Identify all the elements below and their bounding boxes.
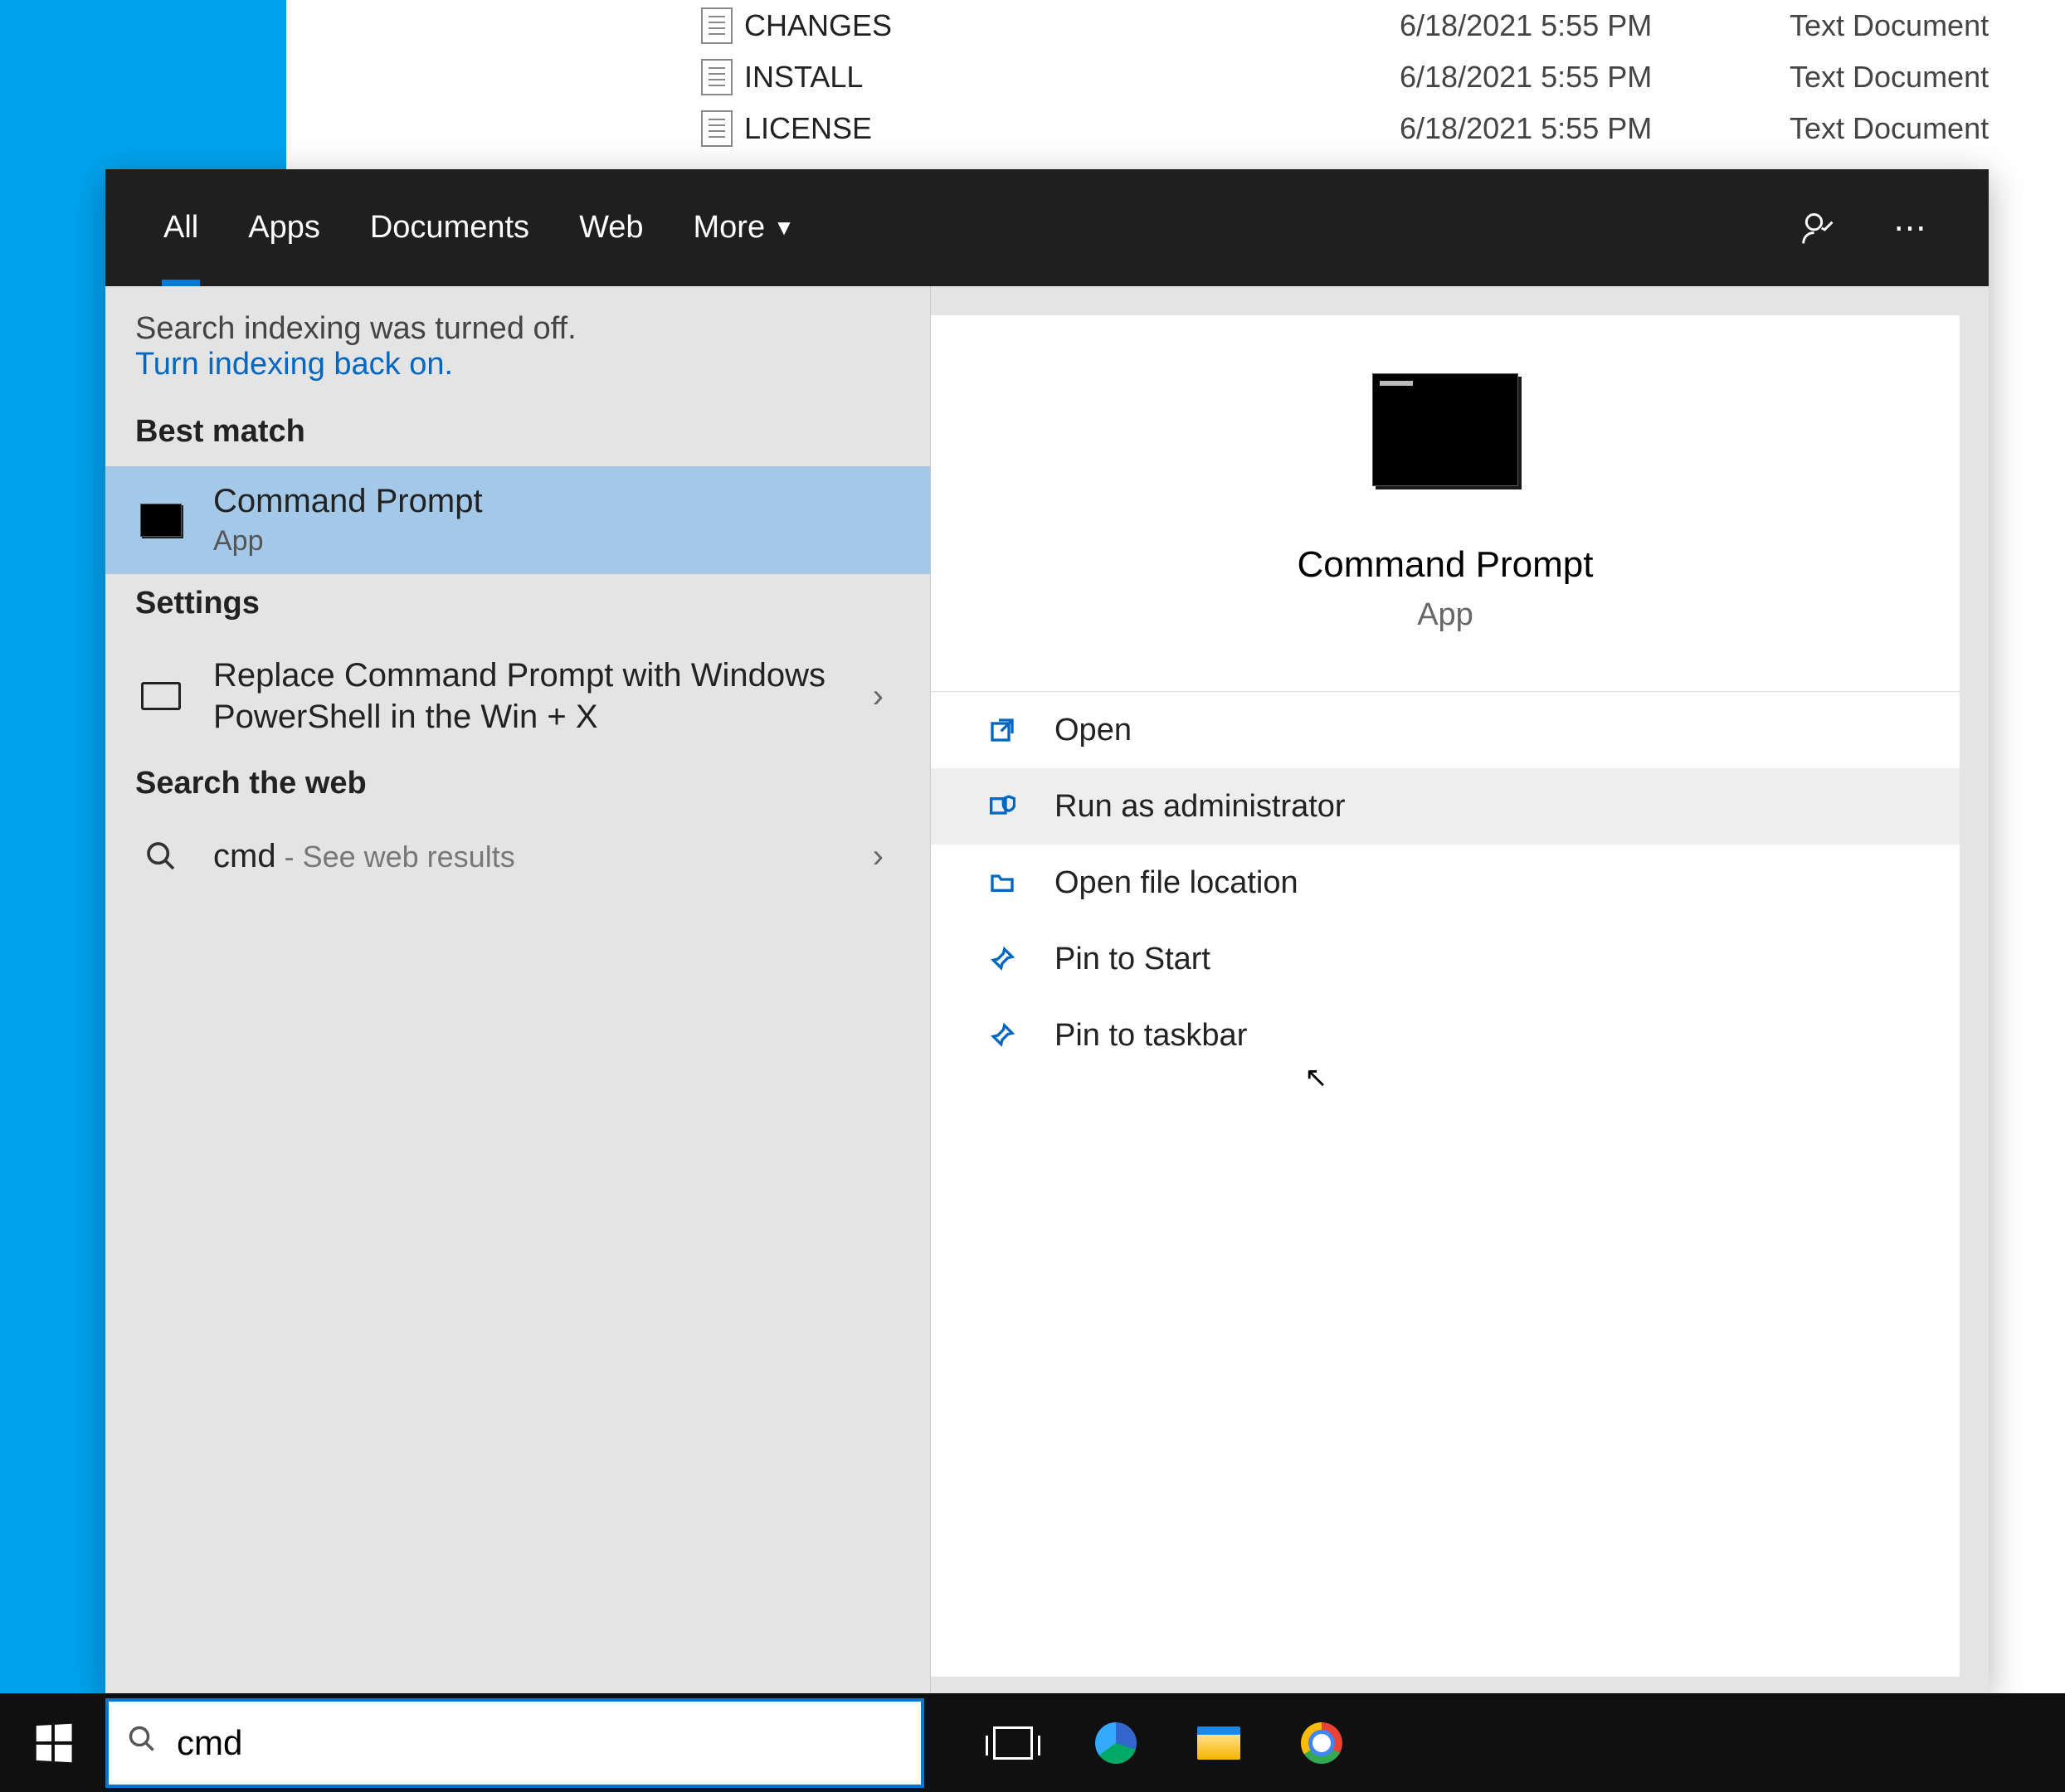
file-date: 6/18/2021 5:55 PM <box>1400 111 1790 146</box>
preview-column: Command Prompt App Open Run as administr… <box>931 315 1960 1677</box>
file-type: Text Document <box>1790 111 1989 146</box>
tab-more[interactable]: More ▼ <box>669 169 820 286</box>
tab-documents[interactable]: Documents <box>345 169 554 286</box>
file-name: INSTALL <box>744 60 1400 95</box>
section-search-web: Search the web <box>105 754 930 818</box>
file-explorer-button[interactable] <box>1196 1721 1241 1765</box>
action-label: Run as administrator <box>1054 789 1346 825</box>
action-open-file-location[interactable]: Open file location <box>931 845 1960 921</box>
web-suffix: - See web results <box>276 840 515 874</box>
action-label: Open file location <box>1054 865 1298 901</box>
text-file-icon <box>701 59 733 95</box>
search-icon <box>127 1724 157 1762</box>
file-name: CHANGES <box>744 8 1400 43</box>
result-subtitle: App <box>213 525 900 558</box>
display-icon <box>135 674 187 718</box>
start-button[interactable] <box>0 1693 105 1792</box>
result-title: Command Prompt <box>213 483 900 520</box>
edge-button[interactable] <box>1093 1721 1138 1765</box>
chevron-right-icon: › <box>856 838 900 875</box>
results-column: Search indexing was turned off. Turn ind… <box>105 286 931 1693</box>
explorer-file-list: CHANGES 6/18/2021 5:55 PM Text Document … <box>701 0 2065 154</box>
preview-subtitle: App <box>1417 597 1473 633</box>
file-explorer-icon <box>1197 1726 1240 1760</box>
edge-icon <box>1095 1722 1137 1764</box>
tab-more-label: More <box>694 210 766 246</box>
action-pin-to-taskbar[interactable]: Pin to taskbar <box>931 997 1960 1074</box>
cmd-preview-icon <box>1372 373 1518 486</box>
notice-text: Search indexing was turned off. <box>135 311 900 347</box>
action-run-as-admin[interactable]: Run as administrator <box>931 768 1960 845</box>
file-date: 6/18/2021 5:55 PM <box>1400 60 1790 95</box>
tab-apps[interactable]: Apps <box>223 169 345 286</box>
action-label: Pin to taskbar <box>1054 1018 1247 1054</box>
best-match-command-prompt[interactable]: Command Prompt App <box>105 466 930 574</box>
tab-web[interactable]: Web <box>554 169 668 286</box>
folder-icon <box>985 869 1020 896</box>
open-icon <box>985 717 1020 743</box>
file-date: 6/18/2021 5:55 PM <box>1400 8 1790 43</box>
text-file-icon <box>701 7 733 44</box>
pin-icon <box>985 946 1020 972</box>
search-icon <box>135 835 187 878</box>
action-label: Pin to Start <box>1054 942 1210 977</box>
file-type: Text Document <box>1790 60 1989 95</box>
task-view-button[interactable] <box>991 1721 1035 1765</box>
preview-title: Command Prompt <box>1297 544 1593 586</box>
file-row[interactable]: LICENSE 6/18/2021 5:55 PM Text Document <box>701 103 2065 154</box>
file-type: Text Document <box>1790 8 1989 43</box>
taskbar <box>0 1693 2065 1792</box>
section-settings: Settings <box>105 574 930 638</box>
action-pin-to-start[interactable]: Pin to Start <box>931 921 1960 997</box>
file-row[interactable]: INSTALL 6/18/2021 5:55 PM Text Document <box>701 51 2065 103</box>
chrome-button[interactable] <box>1299 1721 1344 1765</box>
chevron-down-icon: ▼ <box>773 215 795 241</box>
task-view-icon <box>993 1726 1033 1760</box>
web-result-cmd[interactable]: cmd - See web results › <box>105 818 930 894</box>
cmd-icon <box>135 499 187 542</box>
text-file-icon <box>701 110 733 147</box>
taskbar-search[interactable] <box>105 1698 924 1788</box>
pin-icon <box>985 1022 1020 1049</box>
file-row[interactable]: CHANGES 6/18/2021 5:55 PM Text Document <box>701 0 2065 51</box>
search-input[interactable] <box>177 1723 903 1763</box>
windows-logo-icon <box>36 1723 71 1761</box>
shield-icon <box>985 793 1020 820</box>
action-label: Open <box>1054 713 1132 748</box>
tab-all[interactable]: All <box>139 169 223 286</box>
result-title: Replace Command Prompt with Windows Powe… <box>213 655 856 738</box>
search-panel: All Apps Documents Web More ▼ ⋯ Search i… <box>105 169 1989 1693</box>
chrome-icon <box>1301 1722 1342 1764</box>
file-name: LICENSE <box>744 111 1400 146</box>
section-best-match: Best match <box>105 402 930 466</box>
feedback-icon[interactable] <box>1773 210 1864 246</box>
web-query: cmd <box>213 838 276 874</box>
action-open[interactable]: Open <box>931 692 1960 768</box>
turn-indexing-on-link[interactable]: Turn indexing back on. <box>135 347 453 382</box>
settings-replace-cmd[interactable]: Replace Command Prompt with Windows Powe… <box>105 638 930 754</box>
search-tabs: All Apps Documents Web More ▼ ⋯ <box>105 169 1989 286</box>
actions-list: Open Run as administrator Open file loca… <box>931 692 1960 1074</box>
chevron-right-icon: › <box>856 678 900 715</box>
indexing-notice: Search indexing was turned off. Turn ind… <box>105 286 930 402</box>
more-options-icon[interactable]: ⋯ <box>1864 209 1955 247</box>
